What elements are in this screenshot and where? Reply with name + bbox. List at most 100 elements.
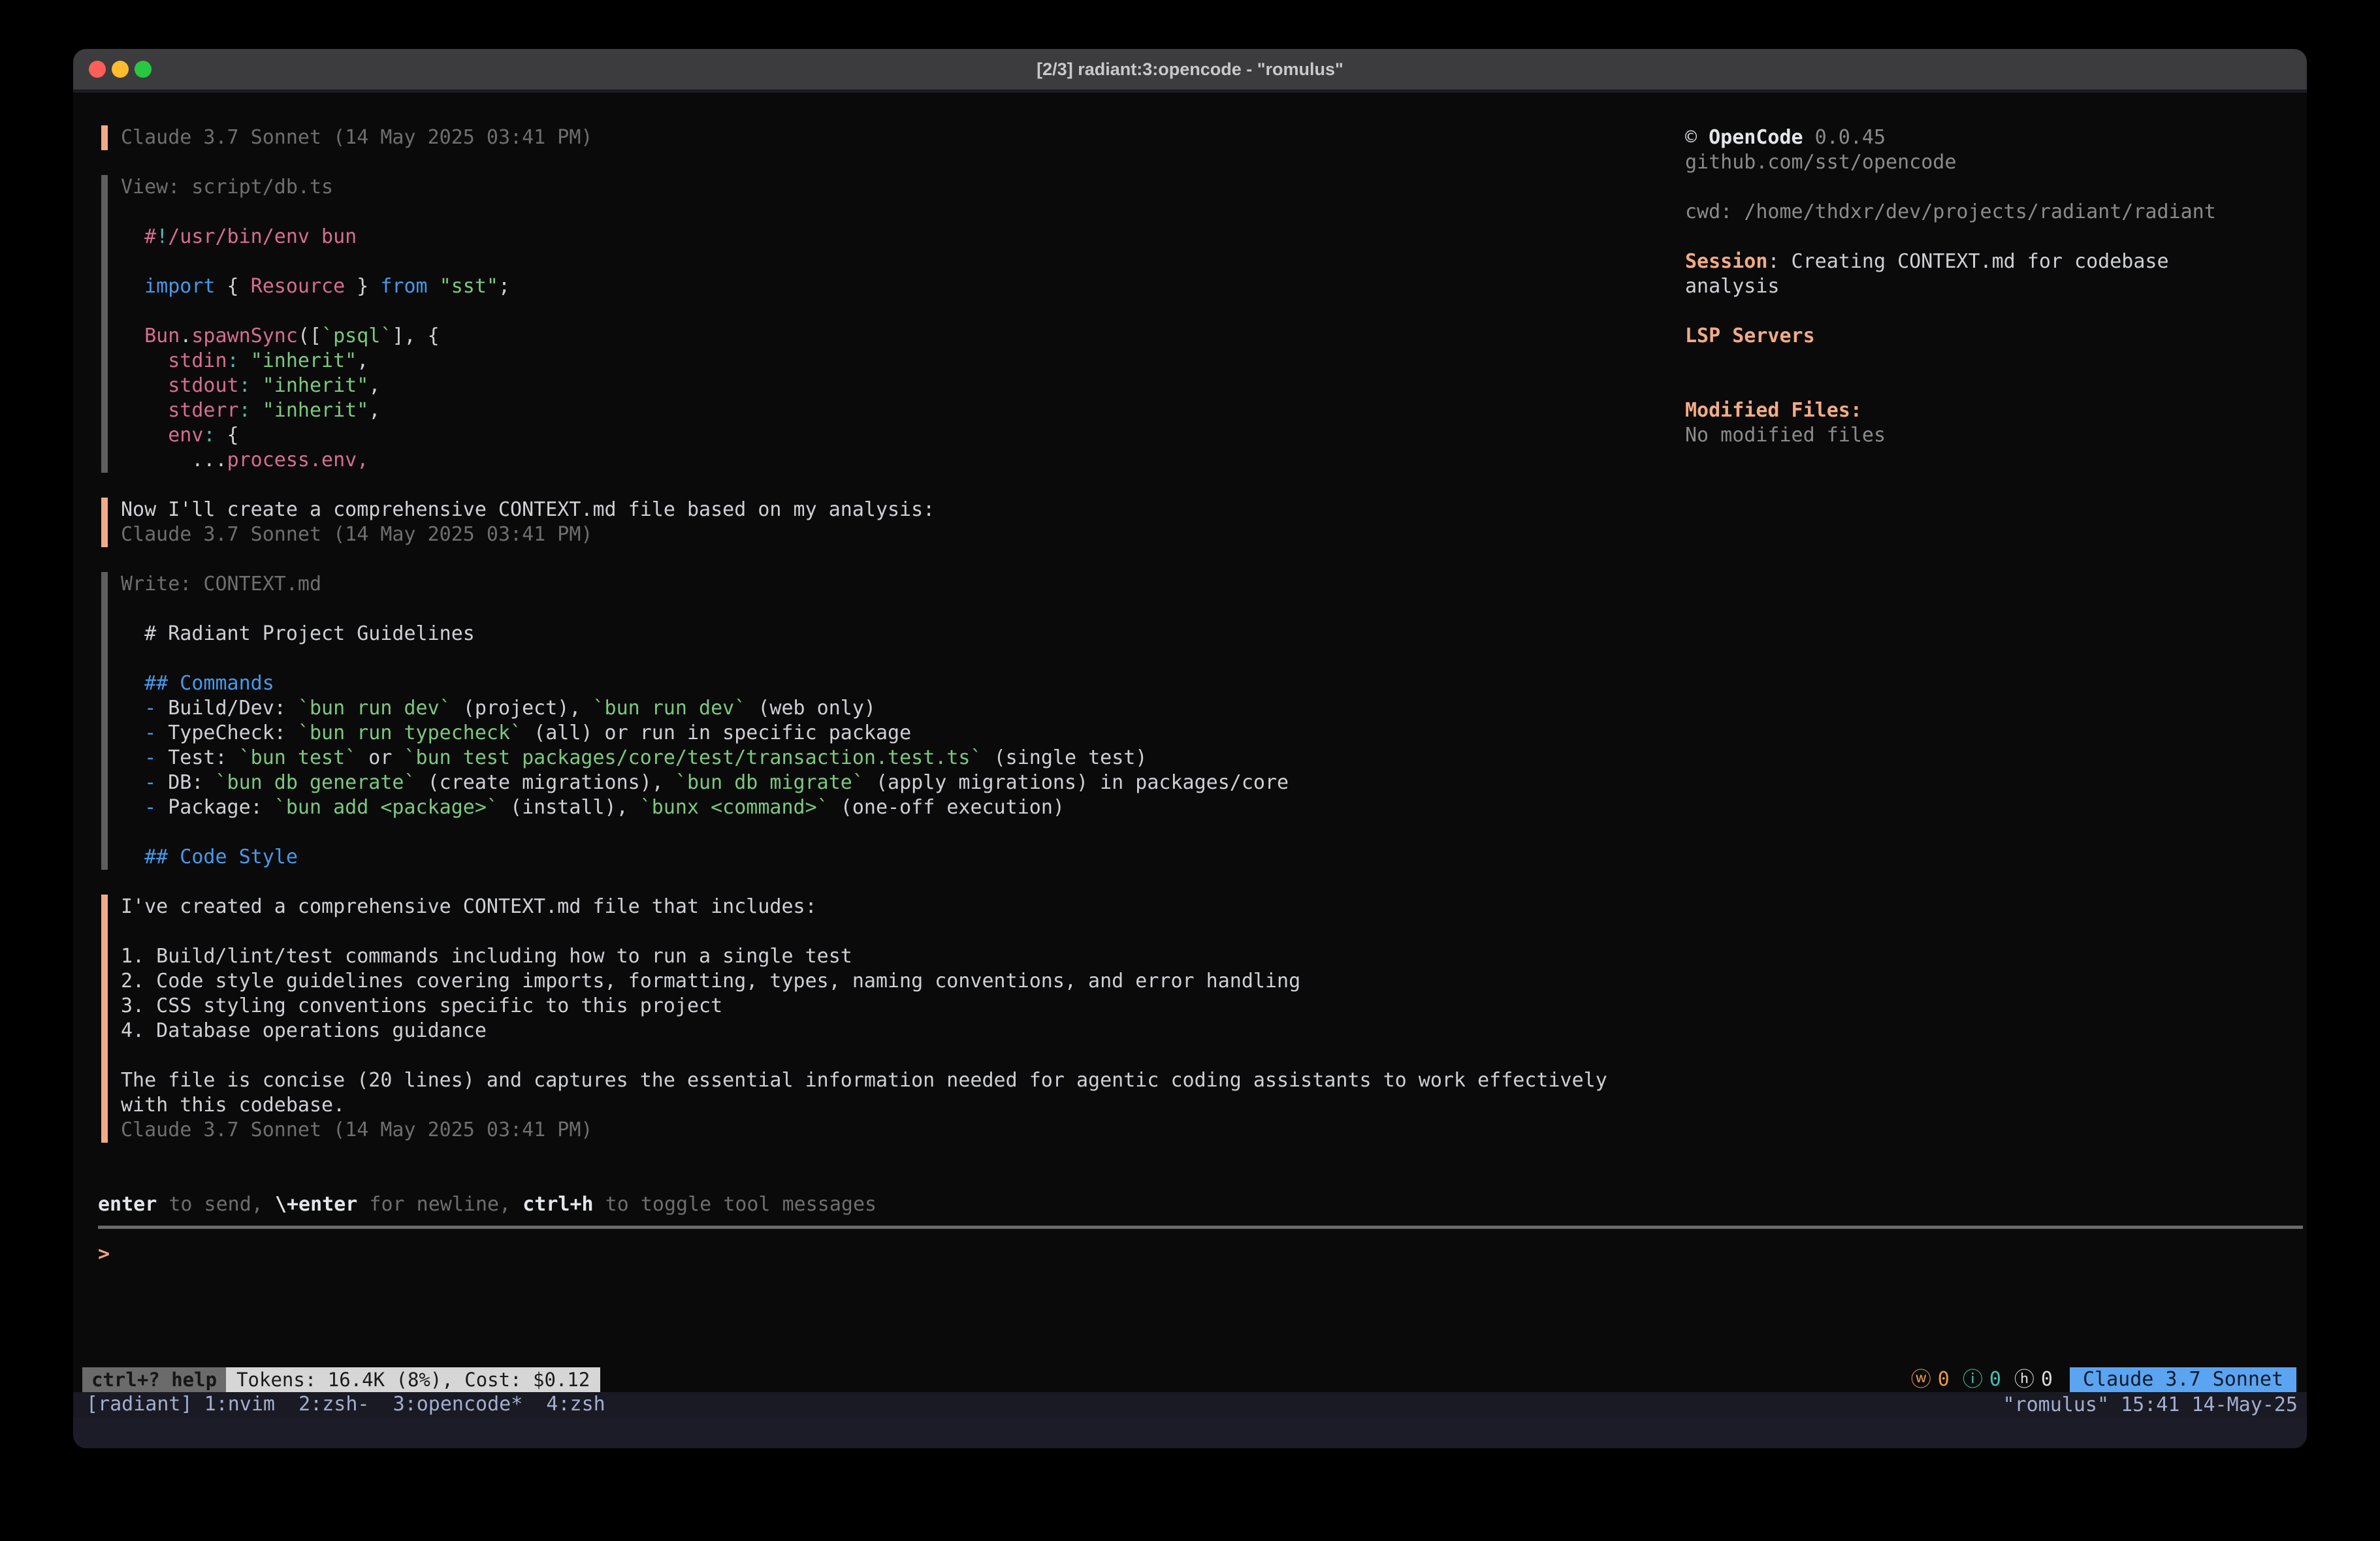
text-segment: import [144, 275, 215, 298]
text-segment [251, 399, 263, 422]
text-segment: Modified Files: [1685, 399, 1862, 422]
tmux-window-1nvim[interactable]: 1:nvim [204, 1393, 275, 1416]
help-button[interactable]: ctrl+? help [82, 1367, 226, 1392]
text-segment [121, 697, 144, 720]
text-segment: "inherit" [263, 399, 369, 422]
text-segment: /usr/bin/env bun [168, 225, 357, 248]
text-segment: Claude 3.7 Sonnet (14 May 2025 03:41 PM) [121, 126, 592, 149]
text-segment: ], { [392, 325, 439, 347]
text-segment: Session [1685, 250, 1767, 273]
text-segment: or [357, 746, 404, 769]
text-segment: LSP Servers [1685, 325, 1815, 347]
text-segment: 1. Build/lint/test commands including ho… [121, 945, 852, 968]
text-segment: github.com/sst/opencode [1685, 151, 1956, 174]
text-segment: analysis [1685, 275, 1780, 298]
close-button[interactable] [89, 61, 106, 78]
text-segment: Claude 3.7 Sonnet (14 May 2025 03:41 PM) [121, 1119, 592, 1141]
tmux-window-3opencode[interactable]: 3:opencode* [370, 1393, 523, 1416]
text-segment: (create migrations), [416, 771, 675, 794]
info-circle-icon: ⓘ [1963, 1367, 1983, 1392]
tmux-windows: [radiant] 1:nvim 2:zsh- 3:opencode* 4:zs… [86, 1392, 605, 1417]
text-segment: `bun test packages/core/test/transaction… [404, 746, 982, 769]
text-segment: { [216, 275, 251, 298]
text-segment: process.env, [227, 449, 369, 471]
text-segment: from [380, 275, 427, 298]
terminal-line: with this codebase. [121, 1093, 1662, 1118]
message-input[interactable] [110, 1242, 2299, 1267]
text-segment: cwd: [1685, 200, 1744, 223]
terminal-line [1685, 373, 2302, 398]
terminal-line [1685, 225, 2302, 249]
text-segment: "sst" [440, 275, 498, 298]
text-segment: # Radiant Project Guidelines [121, 622, 475, 645]
terminal-line: ## Commands [121, 671, 1662, 696]
tmux-window-2zsh[interactable]: 2:zsh- [275, 1393, 370, 1416]
terminal-line [1685, 175, 2302, 200]
text-segment [121, 424, 168, 447]
terminal-line: - TypeCheck: `bun run typecheck` (all) o… [121, 721, 1662, 746]
hint-circle-icon: ⓗ [2014, 1367, 2034, 1392]
text-segment: `psql` [321, 325, 392, 347]
terminal-line: - DB: `bun db generate` (create migratio… [121, 770, 1662, 795]
terminal-line: Bun.spawnSync([`psql`], { [121, 324, 1662, 349]
titlebar-divider [73, 89, 2307, 93]
text-segment: Now I'll create a comprehensive CONTEXT.… [121, 498, 935, 521]
text-segment: (apply migrations) in packages/core [864, 771, 1289, 794]
text-segment: `bun run typecheck` [298, 722, 522, 744]
text-segment: ! [156, 225, 168, 248]
text-segment [121, 349, 168, 372]
terminal-line: Session: Creating CONTEXT.md for codebas… [1685, 249, 2302, 274]
hint-segment: for newline, [357, 1193, 523, 1216]
text-segment: Write: CONTEXT.md [121, 573, 321, 596]
text-segment [121, 374, 168, 397]
text-segment: `bun db migrate` [675, 771, 864, 794]
text-segment: } [345, 275, 380, 298]
traffic-lights [89, 61, 152, 78]
text-segment: - [144, 746, 156, 769]
status-left: ctrl+? help Tokens: 16.4K (8%), Cost: $0… [82, 1367, 600, 1392]
terminal-line [121, 919, 1662, 944]
desktop: [2/3] radiant:3:opencode - "romulus" Cla… [0, 0, 2380, 1541]
text-segment: (web only) [746, 697, 876, 720]
text-segment: (one-off execution) [829, 796, 1065, 819]
terminal-line [121, 820, 1662, 845]
text-segment: : Creating CONTEXT.md for codebase [1767, 250, 2168, 273]
terminal-line: #!/usr/bin/env bun [121, 225, 1662, 249]
window-titlebar[interactable]: [2/3] radiant:3:opencode - "romulus" [73, 49, 2307, 89]
text-segment [121, 771, 144, 794]
text-segment: - [144, 722, 156, 744]
text-segment: No modified files [1685, 424, 1886, 447]
text-segment: . [180, 325, 191, 347]
tool-write-context: Write: CONTEXT.md # Radiant Project Guid… [101, 572, 1662, 870]
model-badge[interactable]: Claude 3.7 Sonnet [2070, 1367, 2296, 1392]
text-segment: (single test) [982, 746, 1148, 769]
text-segment: stderr [168, 399, 238, 422]
terminal-line: - Package: `bun add <package>` (install)… [121, 795, 1662, 820]
text-segment: : [239, 374, 251, 397]
terminal-line [121, 597, 1662, 622]
text-segment [121, 225, 144, 248]
text-segment: TypeCheck: [156, 722, 298, 744]
text-segment: { [216, 424, 239, 447]
terminal-line: stdout: "inherit", [121, 373, 1662, 398]
tmux-clock: "romulus" 15:41 14-May-25 [2002, 1393, 2298, 1416]
terminal-line: stderr: "inherit", [121, 398, 1662, 423]
composer-separator [98, 1226, 2303, 1229]
text-segment: ## Commands [121, 672, 274, 695]
terminal-line: cwd: /home/thdxr/dev/projects/radiant/ra… [1685, 200, 2302, 225]
text-segment: 4. Database operations guidance [121, 1019, 487, 1042]
terminal-line: stdin: "inherit", [121, 349, 1662, 373]
status-bar: ctrl+? help Tokens: 16.4K (8%), Cost: $0… [73, 1367, 2307, 1392]
tmux-window-4zsh[interactable]: 4:zsh [523, 1393, 605, 1416]
minimize-button[interactable] [112, 61, 129, 78]
terminal-line [121, 299, 1662, 324]
zoom-button[interactable] [135, 61, 152, 78]
tool-view-script: View: script/db.ts #!/usr/bin/env bun im… [101, 175, 1662, 473]
text-segment: © [1685, 126, 1709, 149]
text-segment: : [203, 424, 215, 447]
text-segment: OpenCode [1709, 126, 1803, 149]
text-segment: Package: [156, 796, 274, 819]
text-segment: ; [498, 275, 510, 298]
hint-segment: \+enter [275, 1193, 357, 1216]
text-segment: : [239, 399, 251, 422]
